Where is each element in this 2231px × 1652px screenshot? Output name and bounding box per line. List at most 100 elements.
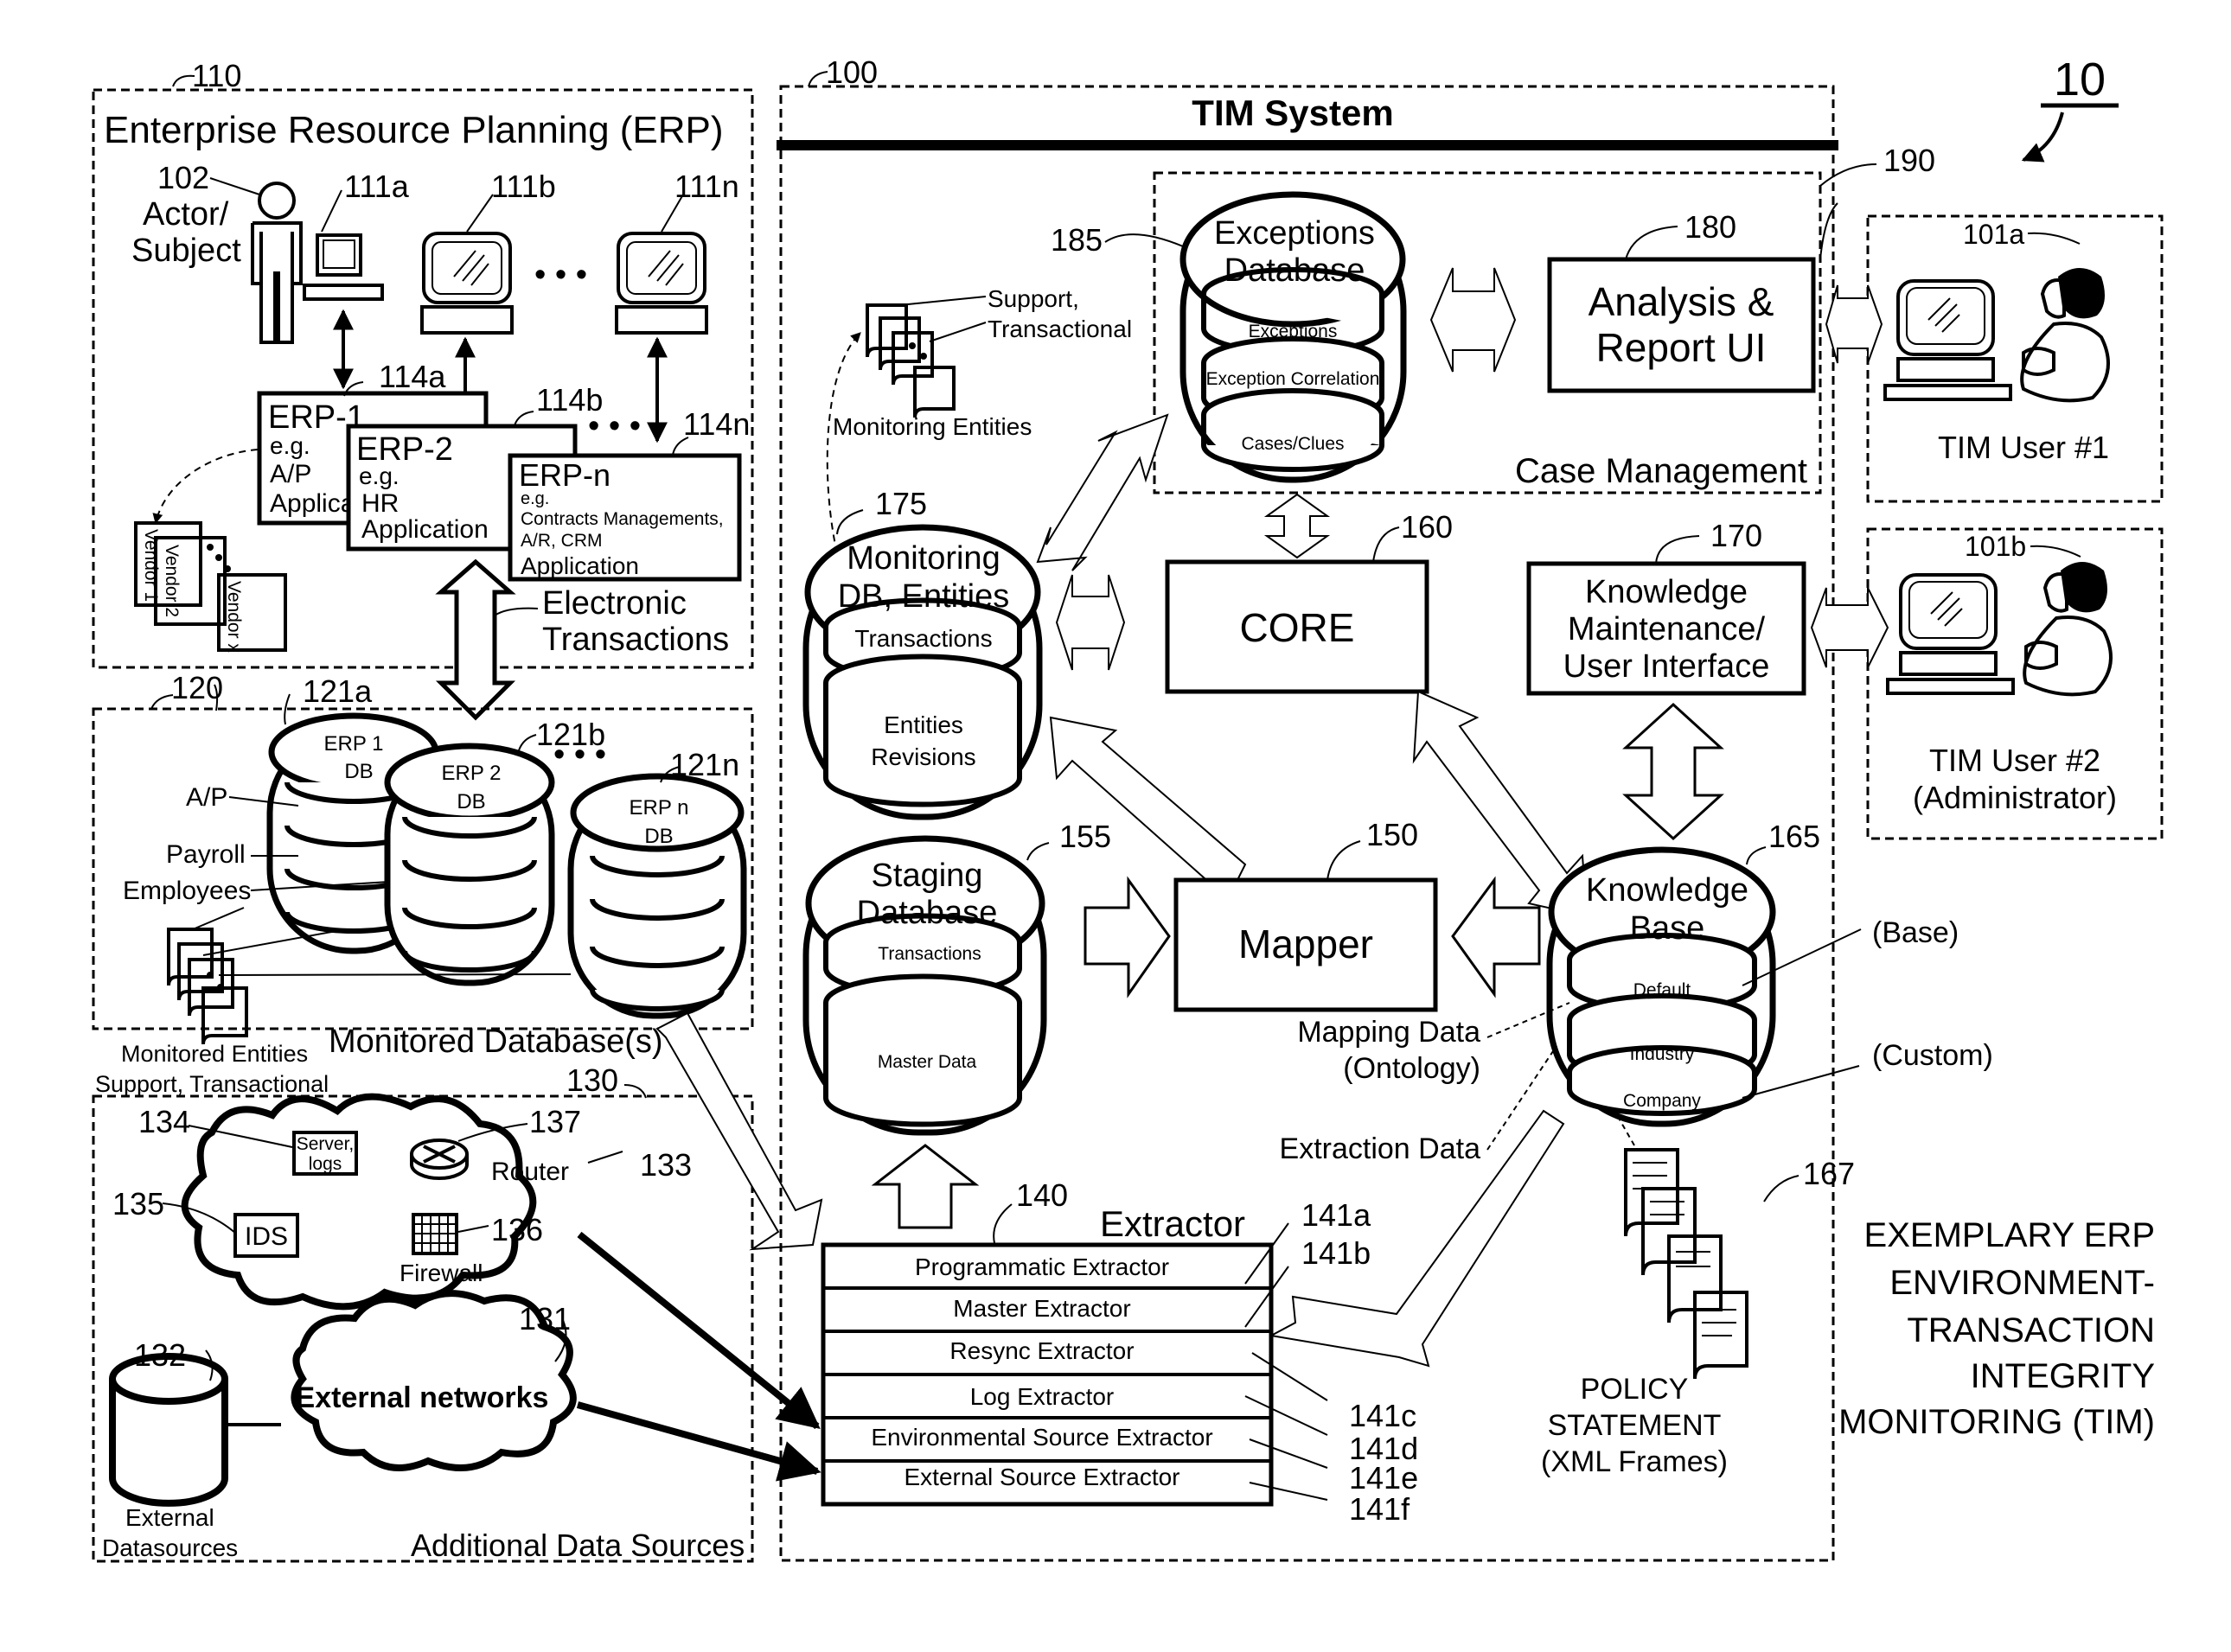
table-label-employees: Employees bbox=[123, 877, 251, 905]
workstation-icon bbox=[303, 233, 384, 301]
caption-line: INTEGRITY bbox=[1971, 1357, 2155, 1395]
external-datasource-cylinder bbox=[109, 1353, 228, 1507]
monitored-db-region: 120 Monitored Database(s) ERP 1 DB 121a … bbox=[92, 670, 754, 1097]
extraction-data-label: Extraction Data bbox=[1280, 1132, 1481, 1165]
server-label: Server, bbox=[297, 1134, 355, 1154]
kb-ref: 165 bbox=[1768, 819, 1820, 854]
arrow-monitoring-exceptions bbox=[1036, 413, 1169, 571]
tim-diagram: 110 Enterprise Resource Planning (ERP) 1… bbox=[92, 54, 2164, 1563]
electronic-transactions-arrow bbox=[435, 558, 516, 721]
erp-app-line: e.g. bbox=[521, 489, 549, 508]
server-label: logs bbox=[309, 1154, 342, 1174]
user-2-ref: 101b bbox=[1965, 531, 2026, 562]
db-layer: Transactions bbox=[854, 625, 992, 652]
ids-label: IDS bbox=[245, 1222, 288, 1251]
extractor-row-0[interactable]: Programmatic Extractor bbox=[915, 1253, 1169, 1280]
core-label: CORE bbox=[1240, 605, 1355, 650]
entities-label-line1: Monitored Entities bbox=[121, 1041, 308, 1067]
policy-line2: STATEMENT bbox=[1548, 1409, 1722, 1442]
monitoring-database: Monitoring DB, Entities Transactions Ent… bbox=[802, 524, 1043, 820]
extractor-row-5[interactable]: External Source Extractor bbox=[904, 1464, 1179, 1490]
db-label: DB bbox=[644, 825, 673, 848]
cloud-ref: 133 bbox=[640, 1147, 692, 1183]
analysis-ui-line2: Report UI bbox=[1596, 325, 1767, 370]
entities-label-line2: Support, Transactional bbox=[95, 1071, 329, 1097]
db-title: Monitoring bbox=[847, 540, 1000, 577]
figure-number: 10 bbox=[2054, 54, 2106, 105]
router-ref: 137 bbox=[529, 1104, 581, 1139]
db-title: DB, Entities bbox=[838, 578, 1010, 615]
arrow-extractor-staging bbox=[871, 1144, 980, 1229]
external-networks-label: External networks bbox=[296, 1381, 549, 1414]
erp-app-line: Contracts Managements, bbox=[521, 509, 724, 529]
user-1-workstation-icon bbox=[1883, 279, 2012, 401]
db-title: Staging bbox=[872, 858, 983, 894]
extractor-row-4[interactable]: Environmental Source Extractor bbox=[871, 1424, 1212, 1451]
additional-sources-region: 130 Additional Data Sources 133 Server, … bbox=[92, 1062, 821, 1563]
mapping-data-line1: Mapping Data bbox=[1297, 1016, 1480, 1049]
tim-ref: 100 bbox=[826, 54, 878, 90]
knowledge-ui-line3: User Interface bbox=[1563, 648, 1770, 685]
db-layer: Cases/Clues bbox=[1241, 434, 1344, 454]
monitoring-entity-docs bbox=[866, 303, 956, 418]
caption-line: TRANSACTION bbox=[1907, 1311, 2155, 1349]
extractor-row-2[interactable]: Resync Extractor bbox=[949, 1337, 1134, 1364]
external-ds-line1: External bbox=[125, 1504, 214, 1531]
arrow-knowledge-user2 bbox=[1810, 587, 1889, 668]
knowledge-ui-ref: 170 bbox=[1710, 518, 1762, 553]
db-title: Base bbox=[1630, 910, 1705, 947]
actor-label-line1: Actor/ bbox=[143, 196, 229, 233]
terminal-icon bbox=[615, 232, 708, 335]
policy-ref: 167 bbox=[1803, 1156, 1855, 1191]
extractor-row-ref-2: 141c bbox=[1349, 1398, 1416, 1433]
monitored-db-title: Monitored Database(s) bbox=[329, 1024, 663, 1060]
erp-region: 110 Enterprise Resource Planning (ERP) 1… bbox=[92, 58, 754, 721]
arrow-monitoring-core bbox=[1055, 574, 1126, 671]
db-ellipsis: • • • bbox=[553, 737, 606, 773]
erp-ref: 110 bbox=[192, 58, 241, 93]
vendor-dashed-arrow bbox=[152, 449, 259, 525]
additional-ref: 130 bbox=[566, 1062, 618, 1098]
policy-line3: (XML Frames) bbox=[1541, 1445, 1728, 1478]
arrow-monitored-to-extractor bbox=[655, 1011, 823, 1251]
external-ds-ref: 132 bbox=[134, 1337, 186, 1373]
extractor-row-3[interactable]: Log Extractor bbox=[970, 1383, 1115, 1410]
db-layer: Revisions bbox=[871, 743, 975, 770]
staging-database: Staging Database Transactions Master Dat… bbox=[802, 835, 1047, 1136]
db-layer: Exceptions bbox=[1249, 322, 1338, 341]
erp-app-ref-1: 114a bbox=[379, 359, 446, 394]
erp-app-ref-n: 114n bbox=[683, 406, 750, 442]
analysis-ui-ref: 180 bbox=[1684, 209, 1736, 245]
table-label-ap: A/P bbox=[186, 783, 227, 812]
db-label: ERP 2 bbox=[442, 762, 502, 785]
vendor-label: Vendor 1 bbox=[141, 529, 161, 602]
router-label: Router bbox=[491, 1158, 569, 1186]
case-mgmt-ref: 190 bbox=[1883, 143, 1935, 178]
mapper-ref: 150 bbox=[1366, 817, 1418, 852]
terminal-ellipsis: • • • bbox=[534, 257, 587, 293]
erp-app-n: ERP-n e.g. Contracts Managements, A/R, C… bbox=[508, 453, 742, 582]
apps-ellipsis: • • • bbox=[588, 408, 641, 444]
actor-ref: 102 bbox=[157, 160, 209, 195]
router-icon bbox=[410, 1139, 469, 1180]
user-2-workstation-icon bbox=[1886, 573, 2015, 695]
db-layer: Transactions bbox=[878, 944, 981, 964]
arrow-analysis-user1 bbox=[1825, 284, 1883, 364]
extractor-row-1[interactable]: Master Extractor bbox=[953, 1295, 1130, 1322]
actor-icon bbox=[251, 182, 303, 344]
db-layer: Default bbox=[1633, 980, 1691, 1000]
arrow-knowledge-ui-kb bbox=[1622, 702, 1724, 841]
erp-app-name: ERP-n bbox=[519, 457, 610, 493]
policy-docs bbox=[1624, 1148, 1748, 1380]
erp-app-line: Applica bbox=[270, 489, 355, 518]
vendor-label: Vendor x bbox=[224, 581, 244, 653]
db-title: Knowledge bbox=[1586, 872, 1748, 909]
terminal-icon bbox=[420, 232, 514, 335]
firewall-ref: 136 bbox=[491, 1212, 543, 1247]
figure-pointer-arrow bbox=[2021, 112, 2064, 163]
knowledge-base: Knowledge Base Default Industry Company bbox=[1546, 846, 1776, 1127]
db-label: ERP 1 bbox=[324, 732, 384, 756]
db-layer: Company bbox=[1623, 1091, 1701, 1111]
firewall-label: Firewall bbox=[400, 1260, 483, 1286]
actor-label-line2: Subject bbox=[131, 233, 241, 269]
